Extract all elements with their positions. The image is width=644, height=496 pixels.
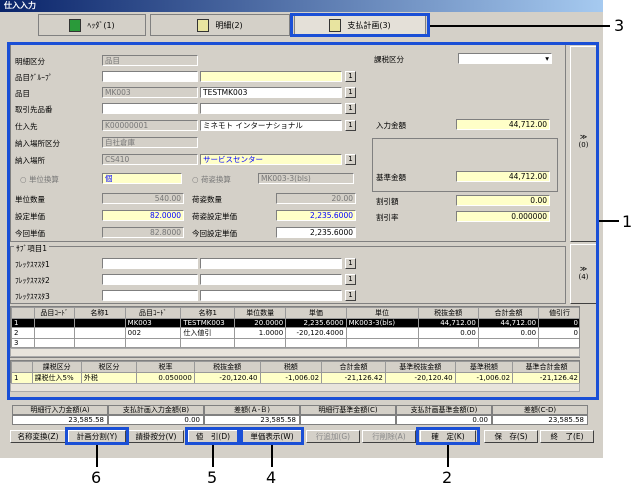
highlight-box-4 [240, 427, 304, 445]
callout-line-3 [430, 25, 610, 27]
shiharai-bunkatsu-button[interactable]: 請掛按分(V) [128, 430, 184, 443]
window-title: 仕入入力 [0, 0, 603, 12]
tab-header[interactable]: ﾍｯﾀﾞ(1) [38, 14, 146, 36]
callout-1: 1 [622, 212, 633, 231]
book-icon [69, 18, 82, 32]
summary-header: 差額(C-D) [492, 405, 588, 415]
summary-value: 23,585.58 [204, 415, 300, 425]
callout-line-2 [447, 445, 449, 467]
summary-value: 0.00 [108, 415, 204, 425]
summary-header: 明細行基準金額(C) [300, 405, 396, 415]
summary-value: 23,585.58 [12, 415, 108, 425]
callout-5: 5 [207, 468, 218, 487]
row-add-button[interactable]: 行追加(G) [306, 430, 360, 443]
summary-value: 23,585.58 [492, 415, 588, 425]
meisho-henkan-button[interactable]: 名称変換(Z) [10, 430, 66, 443]
highlight-box-2 [416, 427, 480, 445]
highlight-box-3 [290, 13, 430, 37]
tab-detail-label: 明細(2) [215, 20, 243, 30]
document-icon [197, 18, 210, 32]
highlight-box-1 [7, 42, 599, 400]
callout-line-5 [212, 445, 214, 467]
row-delete-button[interactable]: 行削除(A) [362, 430, 416, 443]
highlight-box-6 [65, 427, 129, 445]
summary-header: 差額(Ａ-Ｂ) [204, 405, 300, 415]
exit-button[interactable]: 終 了(E) [540, 430, 594, 443]
summary-header: 明細行入力金額(A) [12, 405, 108, 415]
tab-detail[interactable]: 明細(2) [150, 14, 290, 36]
callout-4: 4 [266, 468, 277, 487]
callout-line-6 [96, 445, 98, 467]
summary-value: 0.00 [396, 415, 492, 425]
callout-line-4 [271, 445, 273, 467]
callout-3: 3 [614, 16, 625, 35]
callout-line-1 [599, 220, 619, 222]
summary-value [300, 415, 396, 425]
highlight-box-5 [185, 427, 240, 445]
tab-header-label: ﾍｯﾀﾞ(1) [87, 20, 115, 30]
callout-6: 6 [91, 468, 102, 487]
save-button[interactable]: 保 存(S) [484, 430, 538, 443]
summary-header: 支払計画入力金額(B) [108, 405, 204, 415]
callout-2: 2 [442, 468, 453, 487]
summary-header: 支払計画基準金額(D) [396, 405, 492, 415]
